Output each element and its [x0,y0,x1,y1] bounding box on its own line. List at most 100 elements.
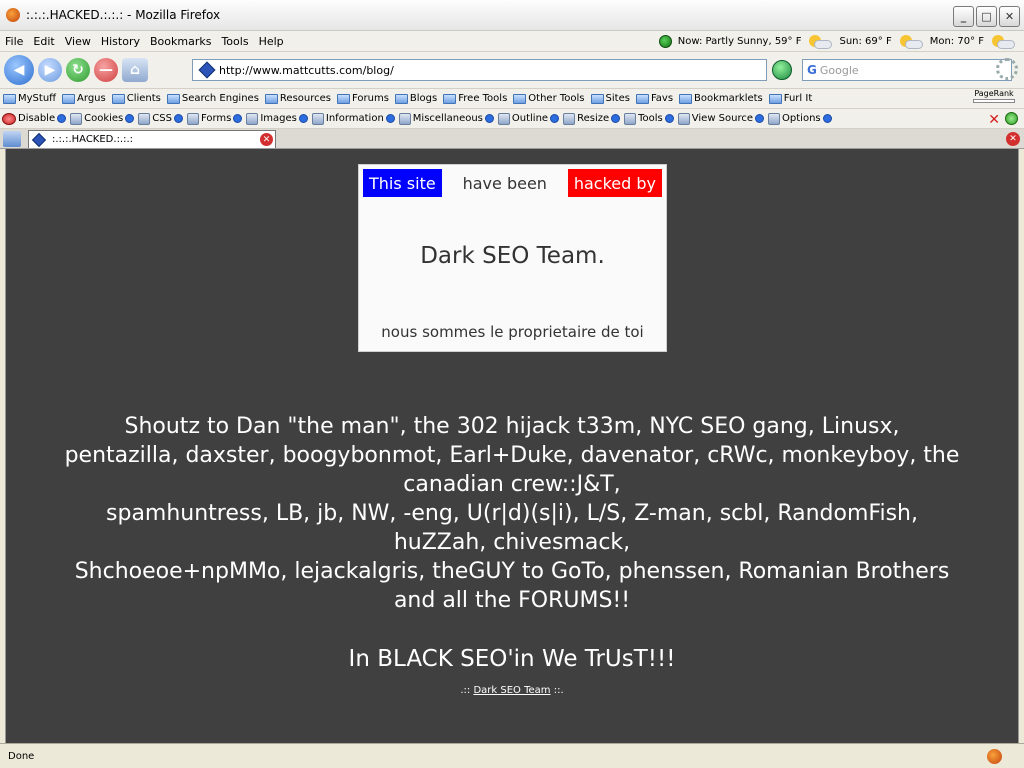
check-icon[interactable] [1005,112,1018,125]
resize-icon [563,112,576,125]
tab-active[interactable]: :.:.:.HACKED.:.:.: ✕ [28,130,276,148]
search-input[interactable]: G Google [802,59,1012,81]
menu-file[interactable]: File [0,35,28,48]
dev-css[interactable]: CSS [136,112,185,125]
shoutouts-text: Shoutz to Dan "the man", the 302 hijack … [6,412,1018,615]
bookmarks-toolbar: MyStuff Argus Clients Search Engines Res… [0,89,1024,109]
status-text: Done [8,750,35,762]
firefox-icon [987,749,1002,764]
folder-icon [264,93,278,104]
dev-cookies[interactable]: Cookies [68,112,136,125]
dropdown-icon [822,114,832,123]
menu-view[interactable]: View [60,35,96,48]
dev-information[interactable]: Information [310,112,397,125]
menu-tools[interactable]: Tools [216,35,253,48]
menu-edit[interactable]: Edit [28,35,59,48]
footer-credit: .:: Dark SEO Team ::. [6,685,1018,696]
menu-help[interactable]: Help [254,35,289,48]
bookmark-other-tools[interactable]: Other Tools [510,93,587,104]
close-tab-icon[interactable]: ✕ [260,133,273,146]
forms-icon [186,112,199,125]
dropdown-icon [57,114,67,123]
bookmark-blogs[interactable]: Blogs [392,93,440,104]
dev-tools[interactable]: Tools [622,112,676,125]
bookmark-argus[interactable]: Argus [59,93,109,104]
folder-icon [337,93,350,104]
dev-options[interactable]: Options [766,112,834,125]
dropdown-icon [385,114,395,123]
dev-forms[interactable]: Forms [185,112,244,125]
bookmark-free-tools[interactable]: Free Tools [440,93,510,104]
shout-line: and all the FORUMS!! [393,588,631,613]
dropdown-icon [755,114,765,123]
dev-disable[interactable]: Disable [0,112,68,125]
forward-button[interactable]: ▶ [38,58,62,82]
dropdown-icon [173,114,183,123]
window-controls: _ □ ✕ [953,6,1020,27]
shout-line: canadian crew::J&T, [403,472,621,497]
pagerank-label: PageRank [974,89,1014,98]
minimize-button[interactable]: _ [953,6,974,27]
stop-button[interactable]: — [94,58,118,82]
firefox-icon [6,8,20,22]
dropdown-icon [611,114,621,123]
tools-icon [624,112,637,125]
bookmark-favs[interactable]: Favs [633,93,676,104]
folder-icon [443,93,457,104]
site-icon [31,132,47,147]
close-icon[interactable]: ✕ [988,112,1000,128]
maximize-button[interactable]: □ [976,6,997,27]
weather-sun[interactable]: Sun: 69° F [839,36,891,47]
dropdown-icon [298,114,308,123]
bookmark-search-engines[interactable]: Search Engines [164,93,262,104]
folder-icon [590,93,604,104]
dev-images[interactable]: Images [244,112,310,125]
hacked-banner: This site have been hacked by Dark SEO T… [358,164,667,352]
bookmark-mystuff[interactable]: MyStuff [0,93,59,104]
back-button[interactable]: ◀ [4,55,34,85]
view-source-icon [677,112,690,125]
shout-line: Shchoeoe+npMMo, lejackalgris, theGUY to … [74,559,950,584]
menu-history[interactable]: History [96,35,145,48]
weather-mon[interactable]: Mon: 70° F [930,36,984,47]
footer-suffix: ::. [550,685,564,696]
bookmark-forums[interactable]: Forums [334,93,392,104]
dev-outline[interactable]: Outline [496,112,561,125]
close-tab-icon[interactable]: ✕ [1006,132,1020,146]
dev-miscellaneous[interactable]: Miscellaneous [397,112,496,125]
dark-seo-team-link[interactable]: Dark SEO Team [473,685,550,696]
web-developer-toolbar: Disable Cookies CSS Forms Images Informa… [0,109,1024,129]
bookmark-sites[interactable]: Sites [588,93,633,104]
information-icon [311,112,324,125]
folder-icon [513,93,527,104]
bookmark-clients[interactable]: Clients [109,93,164,104]
bookmark-resources[interactable]: Resources [262,93,334,104]
tab-title: :.:.:.HACKED.:.:.: [52,134,134,145]
go-button[interactable] [772,60,792,80]
team-name: Dark SEO Team. [420,243,605,269]
reload-button[interactable]: ↻ [66,58,90,82]
options-icon [768,112,781,125]
css-icon [138,112,151,125]
furl-icon [768,93,782,104]
dropdown-icon [664,114,674,123]
dev-view-source[interactable]: View Source [676,112,766,125]
this-site-label: This site [363,169,442,197]
url-bar[interactable]: http://www.mattcutts.com/blog/ [192,59,767,81]
status-bar: Done [0,743,1024,768]
google-icon: G [807,63,817,77]
close-button[interactable]: ✕ [999,6,1020,27]
images-icon [246,112,259,125]
trust-heading: In BLACK SEO'in We TrUsT!!! [348,646,676,672]
menu-bookmarks[interactable]: Bookmarks [145,35,216,48]
folder-icon [166,93,180,104]
tab-list-icon[interactable] [3,130,21,147]
bookmark-furl-it[interactable]: Furl It [766,93,815,104]
folder-icon [111,93,125,104]
title-bar: :.:.:.HACKED.:.:.: - Mozilla Firefox _ □… [0,0,1024,31]
bookmark-bookmarklets[interactable]: Bookmarklets [676,93,766,104]
dev-resize[interactable]: Resize [561,112,622,125]
weather-now[interactable]: Now: Partly Sunny, 59° F [678,36,802,47]
home-button[interactable]: ⌂ [122,58,148,82]
folder-icon [635,93,649,104]
